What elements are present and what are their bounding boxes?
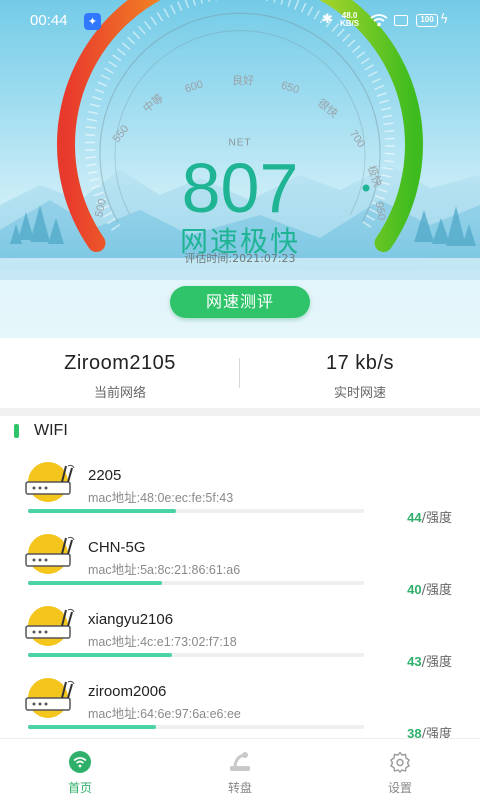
- network-info-panel: Ziroom2105 当前网络 17 kb/s 实时网速: [0, 338, 480, 408]
- wifi-list-item[interactable]: xiangyu2106 mac地址:4c:e1:73:02:f7:18 43/强…: [0, 606, 480, 678]
- wifi-strength-bar: [28, 509, 364, 513]
- gauge-net-label: NET: [228, 137, 252, 149]
- router-icon: [25, 678, 75, 718]
- wifi-list-item[interactable]: 2205 mac地址:48:0e:ec:fe:5f:43 44/强度: [0, 462, 480, 534]
- nav-home-label: 首页: [67, 781, 92, 795]
- wifi-strength: 43/强度: [407, 654, 452, 670]
- bottom-nav: 首页 转盘 设置: [0, 738, 480, 800]
- speed-test-button[interactable]: 网速测评: [170, 286, 310, 318]
- wifi-mac: mac地址:64:6e:97:6a:e6:ee: [88, 707, 241, 721]
- wifi-section-title: WIFI: [34, 422, 68, 439]
- section-separator: [0, 408, 480, 416]
- current-network-name: Ziroom2105: [64, 352, 176, 374]
- bluetooth-icon: ✱: [322, 12, 333, 27]
- wifi-strength-bar: [28, 581, 364, 585]
- wifi-ssid: CHN-5G: [88, 539, 146, 556]
- router-icon: [25, 534, 75, 574]
- wifi-strength-bar: [28, 653, 364, 657]
- router-icon: [25, 462, 75, 502]
- current-network: Ziroom2105 当前网络: [0, 350, 240, 401]
- wifi-mac: mac地址:5a:8c:21:86:61:a6: [88, 563, 241, 577]
- nav-settings[interactable]: 设置: [360, 751, 440, 796]
- wifi-icon: [69, 751, 91, 773]
- status-time: 00:44: [30, 12, 68, 29]
- nav-turntable[interactable]: 转盘: [200, 751, 280, 796]
- wifi-list-item[interactable]: CHN-5G mac地址:5a:8c:21:86:61:a6 40/强度: [0, 534, 480, 606]
- app-notification-icon: ✦: [84, 13, 101, 30]
- realtime-speed: 17 kb/s 实时网速: [240, 350, 480, 401]
- realtime-speed-label: 实时网速: [333, 386, 386, 401]
- section-accent-bar: [14, 424, 19, 438]
- wifi-strength: 40/强度: [407, 582, 452, 598]
- wifi-mac: mac地址:48:0e:ec:fe:5f:43: [88, 491, 234, 505]
- charging-icon: ϟ: [440, 12, 449, 27]
- wifi-ssid: ziroom2006: [88, 683, 167, 700]
- nav-home[interactable]: 首页: [40, 751, 120, 796]
- wifi-signal-icon: [370, 14, 388, 27]
- wifi-strength: 44/强度: [407, 510, 452, 526]
- speed-score: 807: [181, 149, 299, 227]
- gear-icon: [390, 751, 410, 773]
- nav-settings-label: 设置: [387, 781, 412, 795]
- current-network-label: 当前网络: [93, 386, 146, 401]
- vibrate-icon: [394, 15, 408, 26]
- router-icon: [25, 606, 75, 646]
- network-speed-indicator: 48.0 KB/S: [340, 11, 360, 28]
- speed-hero: 00:44 ✦ ✱ 48.0 KB/S 100 ϟ 500 550 中等 600 …: [0, 0, 480, 338]
- gauge-tick-label: 良好: [232, 75, 254, 87]
- wifi-mac: mac地址:4c:e1:73:02:f7:18: [88, 635, 237, 649]
- evaluation-time: 评估时间:2021:07:23: [184, 252, 296, 265]
- nav-turntable-label: 转盘: [227, 781, 252, 795]
- wifi-ssid: 2205: [88, 467, 122, 484]
- status-bar: 00:44 ✦ ✱ 48.0 KB/S 100 ϟ: [0, 0, 480, 42]
- battery-icon: 100: [416, 14, 438, 27]
- wifi-strength-bar: [28, 725, 364, 729]
- wifi-ssid: xiangyu2106: [88, 611, 174, 628]
- turntable-icon: [230, 752, 250, 771]
- realtime-speed-value: 17 kb/s: [326, 352, 394, 374]
